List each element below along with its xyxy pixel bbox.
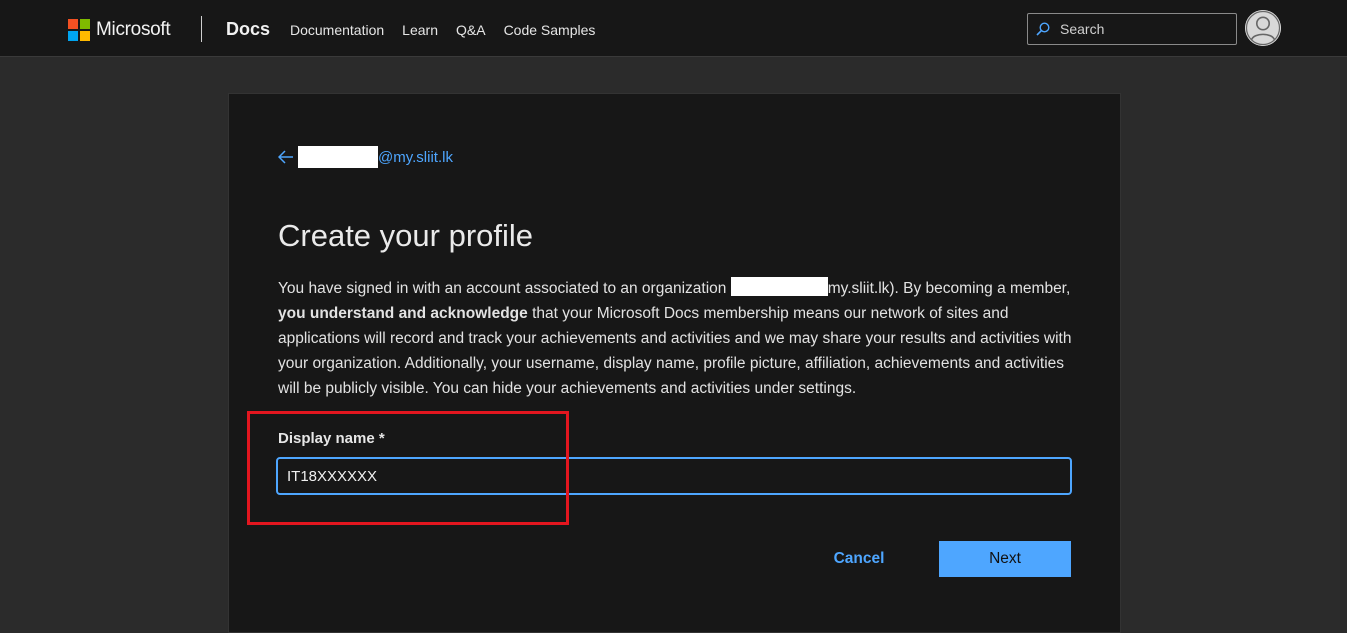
profile-card: @my.sliit.lk Create your profile You hav… (228, 93, 1121, 633)
membership-notice: You have signed in with an account assoc… (278, 276, 1078, 401)
back-to-account-link[interactable]: @my.sliit.lk (278, 146, 453, 168)
microsoft-logo[interactable]: Microsoft (68, 19, 171, 41)
arrow-left-icon (278, 150, 293, 164)
user-avatar[interactable] (1245, 10, 1281, 46)
header-divider (201, 16, 202, 42)
nav-qa[interactable]: Q&A (456, 22, 486, 38)
redacted-username (298, 146, 378, 168)
nav-code-samples[interactable]: Code Samples (504, 22, 596, 38)
main-nav: Documentation Learn Q&A Code Samples (290, 22, 595, 38)
user-avatar-icon (1245, 10, 1281, 46)
nav-learn[interactable]: Learn (402, 22, 438, 38)
redacted-organization (730, 277, 828, 296)
account-email-domain: @my.sliit.lk (378, 148, 453, 166)
cancel-button[interactable]: Cancel (809, 542, 909, 576)
notice-text-bold: you understand and acknowledge (278, 305, 528, 322)
nav-documentation[interactable]: Documentation (290, 22, 384, 38)
top-header: Microsoft Docs Documentation Learn Q&A C… (0, 0, 1347, 57)
search-icon (1036, 22, 1050, 36)
microsoft-logo-icon (68, 19, 90, 41)
notice-text-part1: You have signed in with an account assoc… (278, 280, 731, 297)
search-input[interactable] (1058, 20, 1218, 38)
next-button[interactable]: Next (939, 541, 1071, 577)
microsoft-wordmark: Microsoft (96, 19, 171, 40)
notice-text-part2: my.sliit.lk). By becoming a member, (827, 280, 1071, 297)
docs-title-link[interactable]: Docs (226, 19, 270, 40)
page-title: Create your profile (278, 218, 534, 253)
search-box[interactable] (1027, 13, 1237, 45)
display-name-input[interactable] (276, 457, 1072, 495)
display-name-label: Display name * (278, 430, 385, 447)
